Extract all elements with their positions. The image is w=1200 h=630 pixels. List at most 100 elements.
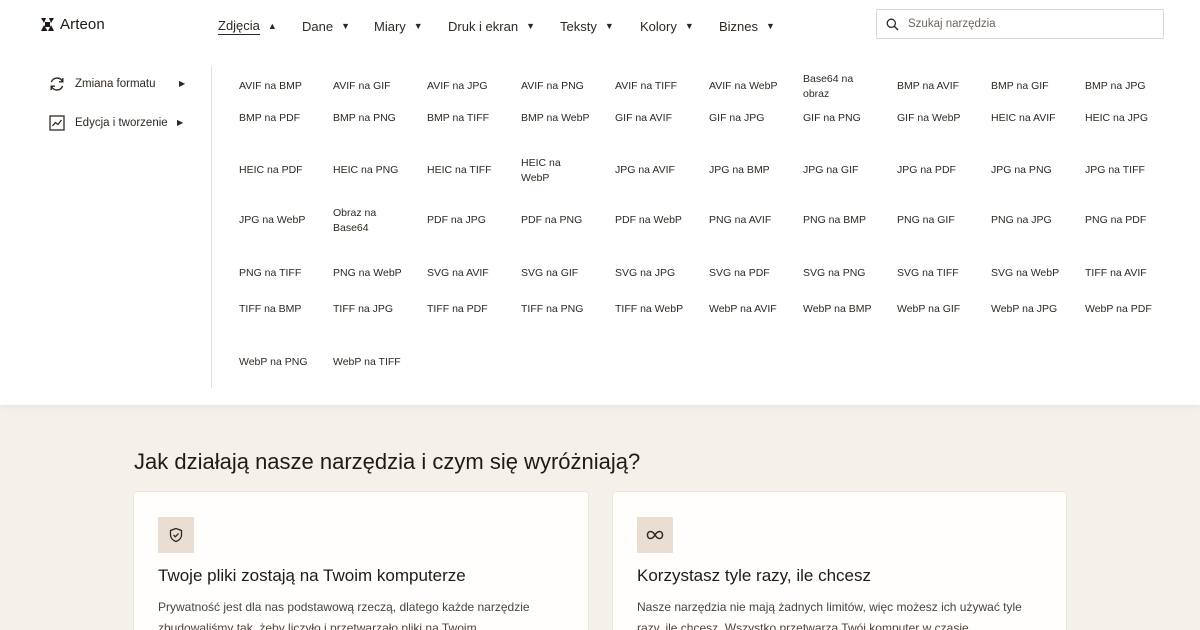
sidebar-item-label: Zmiana formatu — [75, 78, 156, 90]
tool-link[interactable]: TIFF na AVIF — [1085, 259, 1155, 295]
sidebar-item-zmiana-formatu[interactable]: Zmiana formatu ▶ — [48, 74, 185, 94]
tool-link[interactable]: HEIC na AVIF — [991, 104, 1061, 156]
nav-dane[interactable]: Dane ▼ — [302, 16, 350, 36]
tool-link[interactable]: SVG na PNG — [803, 259, 873, 295]
tool-link[interactable]: BMP na TIFF — [427, 104, 497, 156]
tool-link[interactable]: SVG na WebP — [991, 259, 1061, 295]
tool-label: BMP na PDF — [239, 112, 301, 124]
tool-link[interactable]: JPG na TIFF — [1085, 156, 1155, 206]
search-input[interactable] — [908, 18, 1148, 30]
tool-label: PNG na TIFF — [239, 267, 302, 279]
caret-down-icon: ▼ — [526, 21, 535, 31]
tool-link[interactable]: PDF na JPG — [427, 206, 497, 259]
nav-teksty[interactable]: Teksty ▼ — [560, 16, 614, 36]
tool-link[interactable]: WebP na TIFF — [333, 348, 403, 386]
brand-logo[interactable]: Arteon — [40, 14, 105, 34]
tool-link[interactable]: WebP na AVIF — [709, 295, 779, 348]
tool-link[interactable]: BMP na PDF — [239, 104, 309, 156]
tool-link[interactable]: PNG na BMP — [803, 206, 873, 259]
tool-link[interactable]: HEIC na PNG — [333, 156, 403, 206]
card-text: Prywatność jest dla nas podstawową rzecz… — [158, 600, 530, 630]
tool-link[interactable]: PNG na GIF — [897, 206, 967, 259]
nav-biznes[interactable]: Biznes ▼ — [719, 16, 775, 36]
nav-label: Miary — [374, 18, 406, 34]
tool-link[interactable]: GIF na PNG — [803, 104, 873, 156]
tool-label: Obraz na Base64 — [333, 207, 377, 234]
tool-link[interactable]: TIFF na PDF — [427, 295, 497, 348]
caret-down-icon: ▼ — [604, 21, 614, 31]
tool-label: WebP na TIFF — [333, 356, 401, 368]
tool-link[interactable]: JPG na AVIF — [615, 156, 685, 206]
tool-link[interactable]: JPG na PDF — [897, 156, 967, 206]
tool-label: SVG na PNG — [803, 267, 866, 279]
tool-link[interactable]: SVG na PDF — [709, 259, 779, 295]
tool-link[interactable]: AVIF na TIFF — [615, 72, 685, 104]
tool-link[interactable]: SVG na TIFF — [897, 259, 967, 295]
tool-link[interactable]: JPG na BMP — [709, 156, 779, 206]
tool-link[interactable]: HEIC na TIFF — [427, 156, 497, 206]
tool-link[interactable]: BMP na GIF — [991, 72, 1061, 104]
tool-link[interactable]: SVG na JPG — [615, 259, 685, 295]
tool-link[interactable]: GIF na AVIF — [615, 104, 685, 156]
tool-link[interactable]: WebP na BMP — [803, 295, 873, 348]
tool-link[interactable]: PDF na PNG — [521, 206, 591, 259]
tool-link[interactable]: PNG na JPG — [991, 206, 1061, 259]
sidebar-item-label: Edycja i tworzenie — [75, 117, 168, 129]
search-icon — [886, 18, 899, 30]
tool-label: PDF na PNG — [521, 214, 583, 226]
nav-miary[interactable]: Miary ▼ — [374, 16, 423, 36]
tool-link[interactable]: JPG na WebP — [239, 206, 309, 259]
nav-zdjecia[interactable]: Zdjęcia ▲ — [218, 16, 277, 36]
tool-link[interactable]: PNG na WebP — [333, 259, 403, 295]
tool-label: PDF na WebP — [615, 214, 682, 226]
tool-link[interactable]: AVIF na PNG — [521, 72, 591, 104]
tool-link[interactable]: TIFF na PNG — [521, 295, 591, 348]
tool-link[interactable]: TIFF na WebP — [615, 295, 685, 348]
tool-link[interactable]: PNG na PDF — [1085, 206, 1155, 259]
tool-link[interactable]: PDF na WebP — [615, 206, 685, 259]
tool-label: JPG na PNG — [991, 164, 1052, 176]
tool-link[interactable]: AVIF na JPG — [427, 72, 497, 104]
sidebar-item-edycja-i-tworzenie[interactable]: Edycja i tworzenie ▶ — [48, 113, 183, 133]
nav-kolory[interactable]: Kolory ▼ — [640, 16, 694, 36]
tool-link[interactable]: BMP na AVIF — [897, 72, 967, 104]
tool-link[interactable]: WebP na JPG — [991, 295, 1061, 348]
tool-label: BMP na GIF — [991, 80, 1049, 92]
tool-label: PNG na GIF — [897, 214, 955, 226]
tool-link[interactable]: GIF na JPG — [709, 104, 779, 156]
tool-link[interactable]: AVIF na GIF — [333, 72, 403, 104]
tool-link[interactable]: BMP na JPG — [1085, 72, 1155, 104]
tool-link[interactable]: HEIC na JPG — [1085, 104, 1155, 156]
tool-label: AVIF na BMP — [239, 80, 302, 92]
tool-link[interactable]: GIF na WebP — [897, 104, 967, 156]
tool-link[interactable]: BMP na PNG — [333, 104, 403, 156]
tool-link[interactable]: SVG na GIF — [521, 259, 591, 295]
tool-link[interactable]: PNG na AVIF — [709, 206, 779, 259]
nav-label: Druk i ekran — [448, 18, 519, 34]
tool-link[interactable]: WebP na PDF — [1085, 295, 1155, 348]
tool-label: WebP na GIF — [897, 303, 961, 315]
tool-link[interactable]: HEIC na PDF — [239, 156, 309, 206]
tool-label: PNG na JPG — [991, 214, 1052, 226]
tool-link[interactable]: SVG na AVIF — [427, 259, 497, 295]
tool-link[interactable]: AVIF na BMP — [239, 72, 309, 104]
tool-link[interactable]: TIFF na BMP — [239, 295, 309, 348]
tool-label: SVG na JPG — [615, 267, 676, 279]
nav-druk-i-ekran[interactable]: Druk i ekran ▼ — [448, 16, 535, 36]
tool-label: GIF na WebP — [897, 112, 961, 124]
search-box[interactable] — [876, 9, 1164, 39]
tool-link[interactable]: WebP na PNG — [239, 348, 309, 386]
tool-link[interactable]: Obraz na Base64 — [333, 206, 403, 259]
tool-link[interactable]: TIFF na JPG — [333, 295, 403, 348]
tool-link[interactable]: JPG na GIF — [803, 156, 873, 206]
tool-link[interactable]: JPG na PNG — [991, 156, 1061, 206]
tool-link[interactable]: AVIF na WebP — [709, 72, 779, 104]
tool-link[interactable]: BMP na WebP — [521, 104, 591, 156]
tool-link[interactable]: HEIC na WebP — [521, 156, 591, 206]
tool-link[interactable]: PNG na TIFF — [239, 259, 309, 295]
tool-link[interactable]: WebP na GIF — [897, 295, 967, 348]
tool-label: AVIF na TIFF — [615, 80, 678, 92]
chevron-right-icon: ▶ — [177, 118, 184, 127]
nav-label: Biznes — [719, 18, 759, 34]
tool-link[interactable]: Base64 na obraz — [803, 72, 873, 104]
